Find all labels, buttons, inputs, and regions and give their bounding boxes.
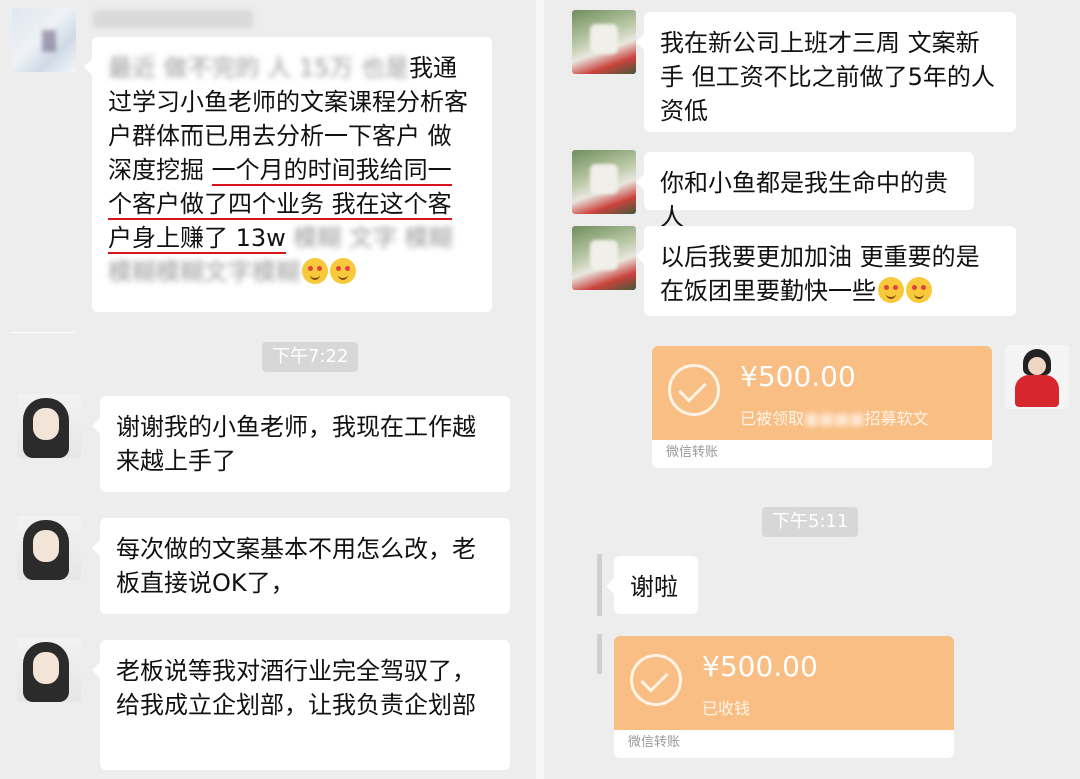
transfer-footer: 微信转账: [666, 445, 719, 460]
message-text: 户群体而已用去分析一下客户 做: [108, 122, 452, 150]
emoji-icon: [878, 277, 904, 303]
message-text: 我在新公司上班才三周 文案新手 但工资不比之前做了5年的人资低: [660, 29, 995, 125]
contact-avatar-blurred[interactable]: [572, 226, 636, 290]
hidden-text: 模糊模糊文字模糊: [108, 258, 300, 286]
panel-divider: [536, 0, 544, 779]
message-text: 谢谢我的小鱼老师，我现在工作越来越上手了: [116, 413, 476, 475]
emoji-icon: [302, 258, 328, 284]
message-bubble[interactable]: 谢啦: [606, 556, 698, 614]
transfer-status: 已收钱: [702, 699, 751, 718]
message-text: 你和小鱼都是我生命中的贵人: [660, 169, 948, 231]
transfer-card[interactable]: ¥500.00 已被领取■■■■招募软文 微信转账: [652, 346, 992, 468]
message-bubble[interactable]: 你和小鱼都是我生命中的贵人: [636, 152, 974, 231]
transfer-amount: ¥500.00: [702, 650, 818, 683]
check-icon: [668, 364, 720, 416]
hidden-text: 最近 做不完的 人 15万 也是: [108, 54, 410, 82]
user-avatar[interactable]: [17, 394, 81, 458]
quote-bar: [597, 634, 602, 674]
transfer-footer: 微信转账: [628, 735, 681, 750]
highlighted-text: 一个月的时间我给同一: [211, 156, 452, 186]
message-text: 深度挖掘: [108, 156, 212, 184]
message-bubble[interactable]: 老板说等我对酒行业完全驾驭了，给我成立企划部，让我负责企划部: [92, 640, 510, 770]
message-text: 老板说等我对酒行业完全驾驭了，给我成立企划部，让我负责企划部: [116, 657, 476, 719]
message-bubble[interactable]: 谢谢我的小鱼老师，我现在工作越来越上手了: [92, 396, 510, 492]
message-text: 我通: [409, 54, 458, 82]
transfer-status: 已被领取■■■■招募软文: [740, 409, 929, 428]
top-message-bubble[interactable]: 最近 做不完的 人 15万 也是我通 过学习小鱼老师的文案课程分析客 户群体而已…: [84, 37, 492, 312]
self-avatar[interactable]: [1005, 345, 1069, 409]
transfer-card[interactable]: ¥500.00 已收钱 微信转账: [614, 636, 954, 758]
timestamp-label: 下午5:11: [762, 507, 859, 537]
emoji-icon: [330, 258, 356, 284]
message-bubble[interactable]: 每次做的文案基本不用怎么改，老板直接说OK了，: [92, 518, 510, 614]
separator-line: [12, 332, 75, 333]
check-icon: [630, 654, 682, 706]
quote-bar: [597, 554, 602, 616]
message-text: 以后我要更加加油 更重要的是在饭团里要勤快一些: [660, 243, 980, 305]
message-text: 每次做的文案基本不用怎么改，老板直接说OK了，: [116, 535, 476, 597]
timestamp-label: 下午7:22: [262, 342, 359, 372]
transfer-amount: ¥500.00: [740, 360, 856, 393]
contact-avatar-blurred[interactable]: [572, 10, 636, 74]
sender-name-blurred: [93, 10, 253, 28]
emoji-icon: [906, 277, 932, 303]
highlighted-text: 户身上赚了 13w: [108, 224, 286, 254]
hidden-text: 模糊 文字 模糊: [285, 224, 453, 252]
message-bubble[interactable]: 以后我要更加加油 更重要的是在饭团里要勤快一些: [636, 226, 1016, 316]
user-avatar[interactable]: [17, 516, 81, 580]
user-avatar[interactable]: [17, 638, 81, 702]
message-bubble[interactable]: 我在新公司上班才三周 文案新手 但工资不比之前做了5年的人资低: [636, 12, 1016, 132]
message-text: 谢啦: [630, 573, 678, 601]
sender-avatar-blurred[interactable]: [12, 8, 76, 72]
highlighted-text: 个客户做了四个业务 我在这个客: [108, 190, 452, 220]
contact-avatar-blurred[interactable]: [572, 150, 636, 214]
message-text: 过学习小鱼老师的文案课程分析客: [108, 88, 468, 116]
